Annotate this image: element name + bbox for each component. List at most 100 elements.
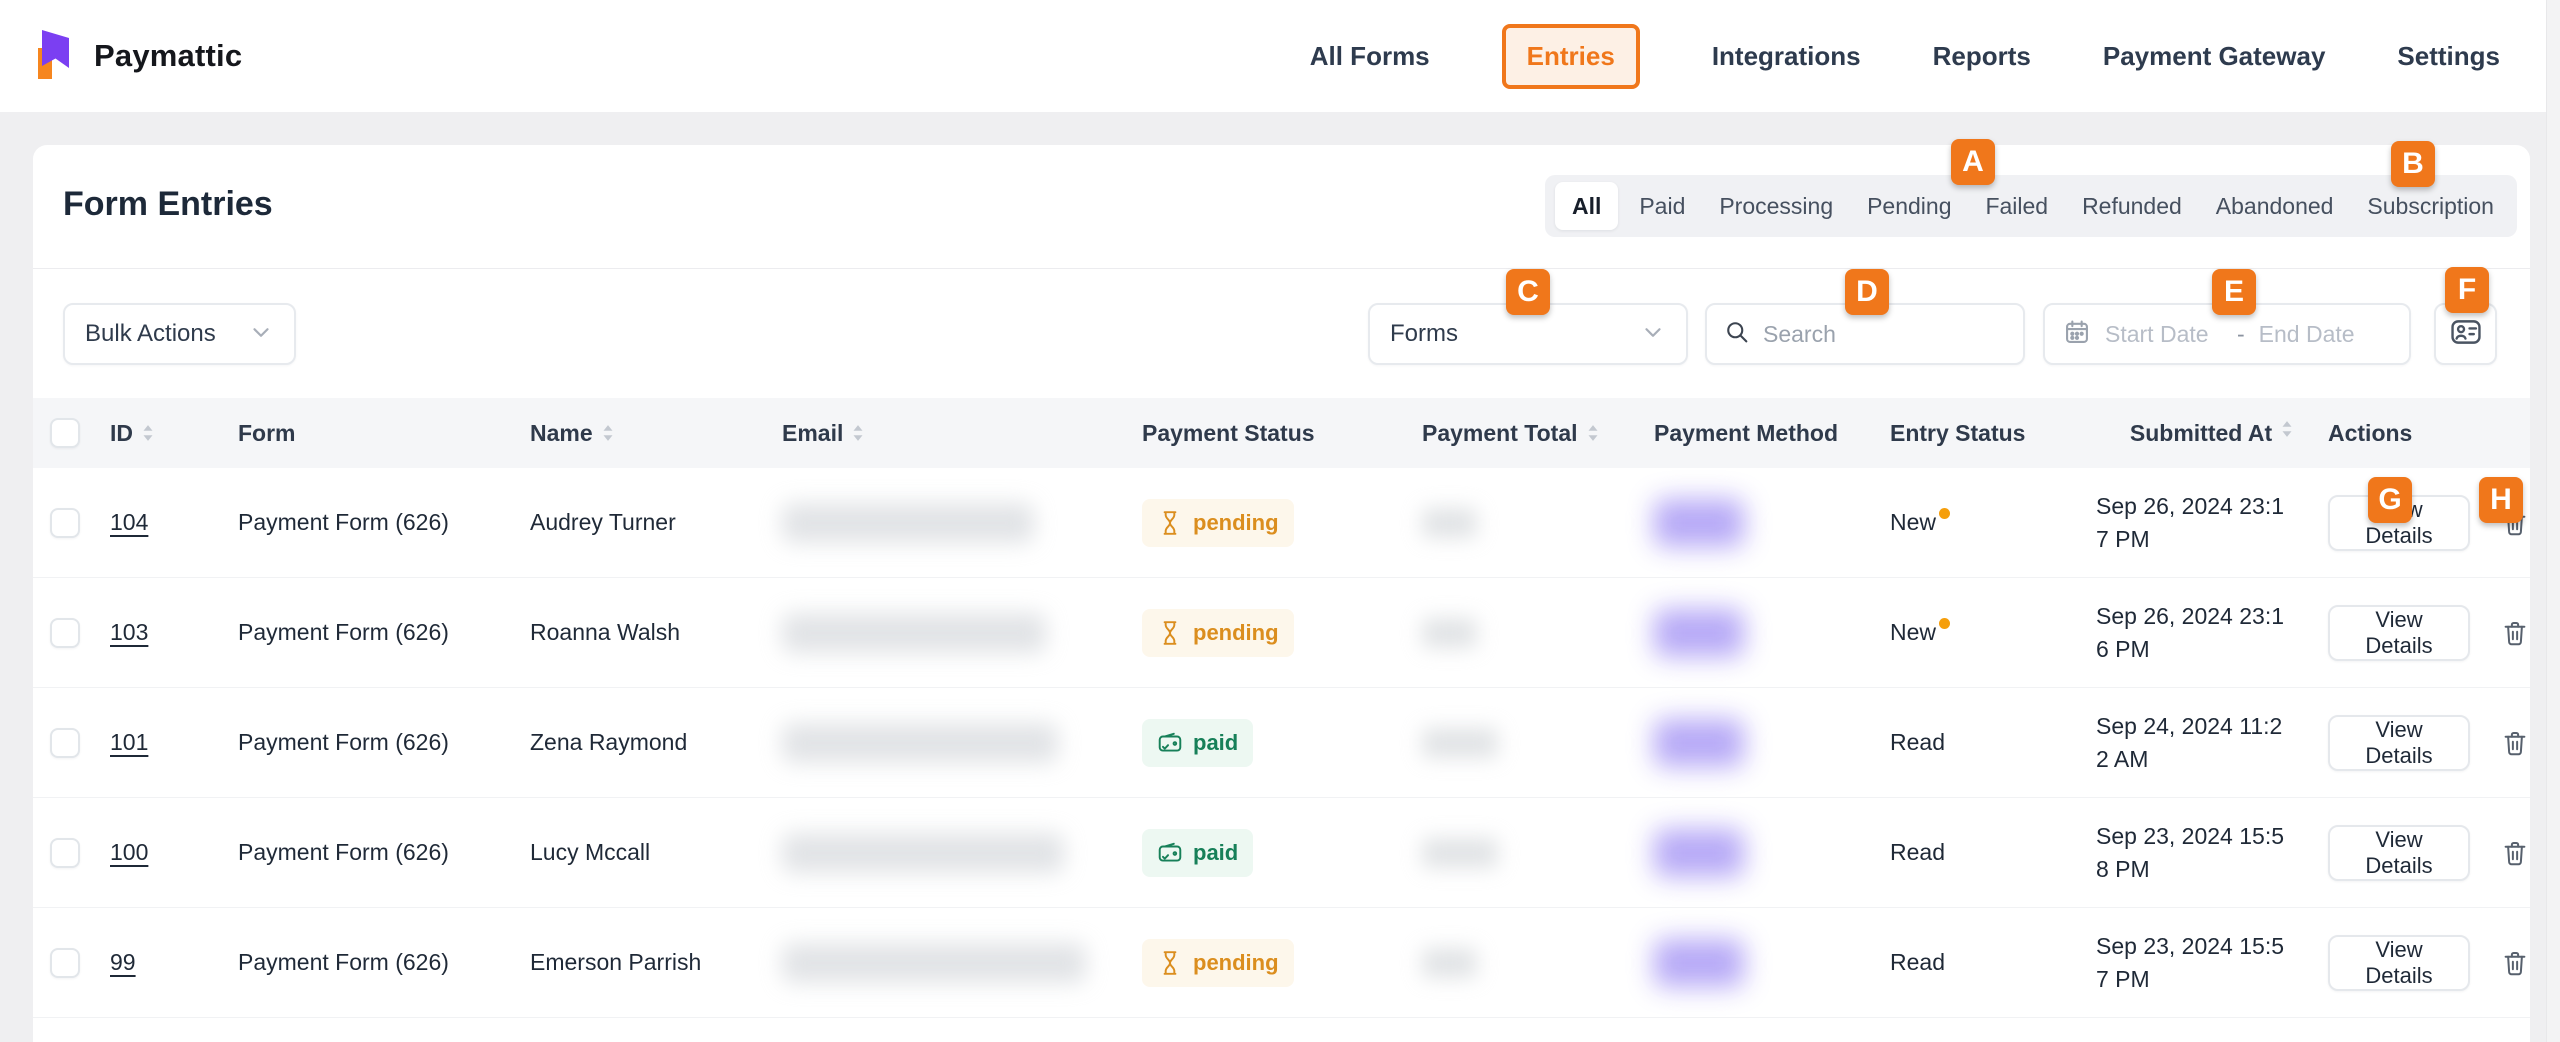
tab-subscription[interactable]: Subscription <box>2354 193 2507 220</box>
page-title: Form Entries <box>63 185 273 224</box>
hourglass-icon <box>1157 950 1183 976</box>
entry-id-link[interactable]: 103 <box>110 619 148 646</box>
table-body: 104 Payment Form (626) Audrey Turner pen… <box>33 468 2530 1018</box>
annotation-mark-d: D <box>1845 269 1889 315</box>
sort-icon <box>2280 420 2294 438</box>
payment-method-redacted <box>1654 609 1744 657</box>
annotation-mark-c: C <box>1506 269 1550 315</box>
table-row: 100 Payment Form (626) Lucy Mccall paid … <box>33 798 2530 908</box>
view-details-button[interactable]: View Details <box>2328 935 2470 991</box>
table-header-row: ID Form Name Email Payment Status Paymen… <box>33 398 2530 468</box>
entries-table: ID Form Name Email Payment Status Paymen… <box>33 398 2530 1018</box>
tab-refunded[interactable]: Refunded <box>2069 193 2195 220</box>
trash-icon[interactable] <box>2500 728 2530 758</box>
tab-processing[interactable]: Processing <box>1706 193 1846 220</box>
header-id[interactable]: ID <box>110 420 238 447</box>
start-date-input[interactable] <box>2105 321 2223 348</box>
end-date-input[interactable] <box>2259 321 2377 348</box>
chevron-down-icon <box>1640 319 1666 350</box>
forms-filter-label: Forms <box>1390 320 1458 348</box>
view-details-button[interactable]: View Details <box>2328 715 2470 771</box>
annotation-mark-h: H <box>2479 477 2523 523</box>
email-redacted <box>782 723 1058 763</box>
header-payment-status: Payment Status <box>1142 420 1422 447</box>
view-details-button[interactable]: View Details <box>2328 825 2470 881</box>
sort-icon <box>601 424 615 442</box>
select-all-checkbox[interactable] <box>50 418 80 448</box>
new-status-dot <box>1939 618 1950 629</box>
entry-status: New <box>1890 509 1936 536</box>
id-card-icon <box>2449 315 2483 354</box>
header-name[interactable]: Name <box>530 420 782 447</box>
entry-id-link[interactable]: 99 <box>110 949 136 976</box>
header-payment-total[interactable]: Payment Total <box>1422 420 1654 447</box>
payment-total-redacted <box>1422 618 1477 648</box>
annotation-mark-g: G <box>2368 477 2412 523</box>
name-cell: Audrey Turner <box>530 509 782 536</box>
table-row: 99 Payment Form (626) Emerson Parrish pe… <box>33 908 2530 1018</box>
row-checkbox[interactable] <box>50 728 80 758</box>
form-entries-card: Form Entries All Paid Processing Pending… <box>33 145 2530 1042</box>
wallet-check-icon <box>1157 840 1183 866</box>
header-email[interactable]: Email <box>782 420 1142 447</box>
brand[interactable]: Paymattic <box>30 27 242 86</box>
row-checkbox[interactable] <box>50 618 80 648</box>
tab-pending[interactable]: Pending <box>1854 193 1964 220</box>
wallet-check-icon <box>1157 730 1183 756</box>
calendar-icon <box>2063 318 2091 351</box>
tab-failed[interactable]: Failed <box>1972 193 2061 220</box>
tab-abandoned[interactable]: Abandoned <box>2203 193 2347 220</box>
submitted-at-cell: Sep 24, 2024 11:2 2 AM <box>2096 710 2328 776</box>
nav-item-payment-gateway[interactable]: Payment Gateway <box>2103 41 2326 72</box>
entry-id-link[interactable]: 104 <box>110 509 148 536</box>
table-row: 104 Payment Form (626) Audrey Turner pen… <box>33 468 2530 578</box>
header-entry-status: Entry Status <box>1890 420 2096 447</box>
payment-total-redacted <box>1422 948 1477 978</box>
bulk-actions-dropdown[interactable]: Bulk Actions <box>63 303 296 365</box>
top-navigation-bar: Paymattic All Forms Entries Integrations… <box>0 0 2560 112</box>
name-cell: Roanna Walsh <box>530 619 782 646</box>
form-name-cell: Payment Form (626) <box>238 949 530 976</box>
sort-icon <box>1586 424 1600 442</box>
nav-item-entries[interactable]: Entries <box>1502 24 1640 89</box>
tab-paid[interactable]: Paid <box>1626 193 1698 220</box>
trash-icon[interactable] <box>2500 948 2530 978</box>
nav-item-reports[interactable]: Reports <box>1933 41 2031 72</box>
payment-method-redacted <box>1654 829 1744 877</box>
entry-status: Read <box>1890 949 1945 976</box>
search-input[interactable] <box>1763 321 1993 348</box>
main-nav: All Forms Entries Integrations Reports P… <box>1310 24 2500 89</box>
annotation-mark-f: F <box>2445 267 2489 313</box>
view-details-button[interactable]: View Details <box>2328 605 2470 661</box>
header-submitted-at[interactable]: Submitted At <box>2096 420 2328 447</box>
nav-item-settings[interactable]: Settings <box>2397 41 2500 72</box>
header-payment-method: Payment Method <box>1654 420 1890 447</box>
payment-status-badge: paid <box>1142 719 1253 767</box>
table-row: 103 Payment Form (626) Roanna Walsh pend… <box>33 578 2530 688</box>
entry-id-link[interactable]: 100 <box>110 839 148 866</box>
new-status-dot <box>1939 508 1950 519</box>
payment-method-redacted <box>1654 939 1744 987</box>
row-checkbox[interactable] <box>50 838 80 868</box>
vertical-scrollbar[interactable] <box>2546 0 2560 1042</box>
hourglass-icon <box>1157 620 1183 646</box>
hourglass-icon <box>1157 510 1183 536</box>
annotation-mark-b: B <box>2391 141 2435 187</box>
name-cell: Zena Raymond <box>530 729 782 756</box>
email-redacted <box>782 503 1034 543</box>
row-checkbox[interactable] <box>50 948 80 978</box>
submitted-at-cell: Sep 23, 2024 15:5 8 PM <box>2096 820 2328 886</box>
payment-status-filter-tabs: All Paid Processing Pending Failed Refun… <box>1545 175 2517 237</box>
nav-item-integrations[interactable]: Integrations <box>1712 41 1861 72</box>
tab-all[interactable]: All <box>1555 182 1618 230</box>
payment-status-badge: pending <box>1142 939 1294 987</box>
trash-icon[interactable] <box>2500 618 2530 648</box>
header-actions: Actions <box>2328 420 2530 447</box>
nav-item-all-forms[interactable]: All Forms <box>1310 41 1430 72</box>
entry-id-link[interactable]: 101 <box>110 729 148 756</box>
row-checkbox[interactable] <box>50 508 80 538</box>
payment-total-redacted <box>1422 838 1498 868</box>
trash-icon[interactable] <box>2500 838 2530 868</box>
submitted-at-cell: Sep 26, 2024 23:1 6 PM <box>2096 600 2328 666</box>
payment-status-badge: pending <box>1142 499 1294 547</box>
